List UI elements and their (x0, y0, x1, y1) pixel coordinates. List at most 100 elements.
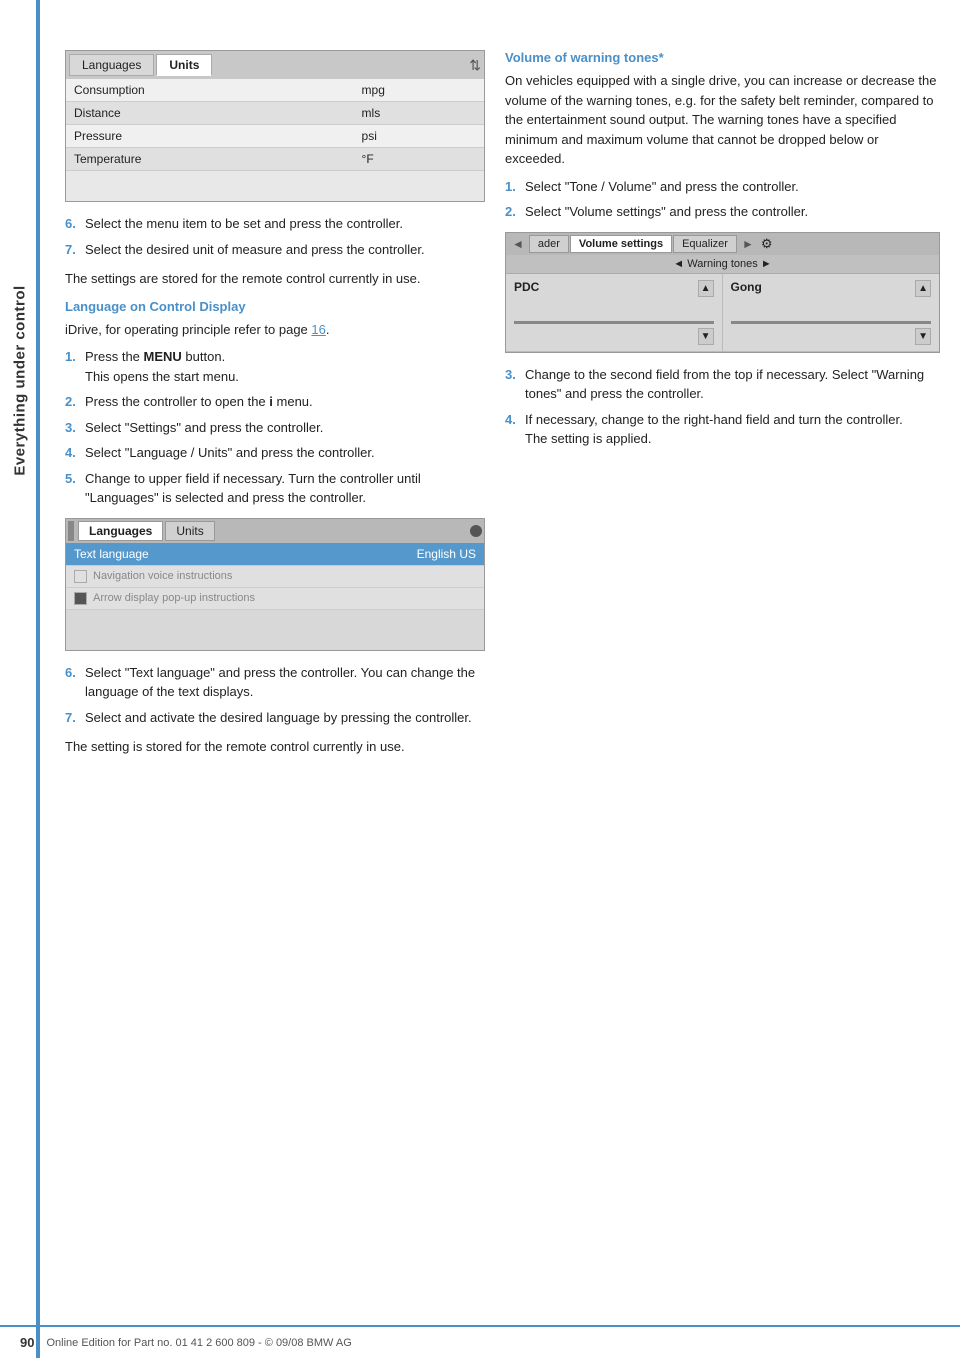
step-text: If necessary, change to the right-hand f… (525, 410, 903, 449)
step-number: 2. (65, 392, 79, 412)
units-panel: Languages Units ⇅ Consumption mpg Distan… (65, 50, 485, 202)
instruction-item: 2. Select "Volume settings" and press th… (505, 202, 940, 222)
warning-tones-row: ◄ Warning tones ► (506, 255, 939, 274)
step-number: 1. (505, 177, 519, 197)
gong-label: Gong (731, 280, 762, 294)
panel2-indicator (470, 525, 482, 537)
instruction-item: 2. Press the controller to open the i me… (65, 392, 485, 412)
step-number: 3. (65, 418, 79, 438)
instruction-item: 3. Change to the second field from the t… (505, 365, 940, 404)
languages-panel: Languages Units Text language English US… (65, 518, 485, 651)
panel2-row-arrow-display: Arrow display pop-up instructions (66, 588, 484, 610)
language-section-heading: Language on Control Display (65, 299, 485, 314)
volume-tab-bar: ◄ ader Volume settings Equalizer ► ⚙ (506, 233, 939, 255)
volume-cell-gong: Gong ▲ ▼ (723, 274, 940, 352)
step-text: Change to upper field if necessary. Turn… (85, 469, 485, 508)
pdc-label: PDC (514, 280, 539, 294)
row-label: Navigation voice instructions (93, 570, 232, 582)
table-row: Temperature °F (66, 148, 484, 171)
panel2-row-text-language[interactable]: Text language English US (66, 543, 484, 566)
pdc-down-btn[interactable]: ▼ (698, 328, 714, 345)
tab-languages[interactable]: Languages (69, 54, 154, 76)
note-text: The settings are stored for the remote c… (65, 269, 485, 289)
tab-languages-active[interactable]: Languages (78, 521, 163, 541)
instruction-item: 1. Select "Tone / Volume" and press the … (505, 177, 940, 197)
units-table: Consumption mpg Distance mls Pressure ps… (66, 79, 484, 171)
step-number: 4. (505, 410, 519, 449)
step-number: 1. (65, 347, 79, 386)
checkbox-icon (74, 570, 87, 583)
row-label: Text language (74, 547, 417, 561)
languages-tab-bar: Languages Units (66, 519, 484, 543)
units-tab-bar: Languages Units ⇅ (66, 51, 484, 79)
instruction-item: 6. Select "Text language" and press the … (65, 663, 485, 702)
panel-icon: ⇅ (469, 57, 481, 74)
tab-equalizer[interactable]: Equalizer (673, 235, 737, 253)
row-label: Consumption (66, 79, 354, 102)
tab-units-panel2[interactable]: Units (165, 521, 214, 541)
pdc-up-btn[interactable]: ▲ (698, 280, 714, 297)
row-value: °F (354, 148, 484, 171)
step-number: 2. (505, 202, 519, 222)
row-value: mls (354, 102, 484, 125)
step-text: Select and activate the desired language… (85, 708, 472, 728)
note-text-2: The setting is stored for the remote con… (65, 737, 485, 757)
instruction-item: 1. Press the MENU button.This opens the … (65, 347, 485, 386)
step-text: Select "Language / Units" and press the … (85, 443, 375, 463)
footer: 90 Online Edition for Part no. 01 41 2 6… (0, 1325, 960, 1358)
step-text: Select "Text language" and press the con… (85, 663, 485, 702)
language-intro: iDrive, for operating principle refer to… (65, 320, 485, 340)
step-number: 7. (65, 708, 79, 728)
gong-down-btn[interactable]: ▼ (915, 328, 931, 345)
instructions-6-7: 6. Select the menu item to be set and pr… (65, 214, 485, 259)
right-column: Volume of warning tones* On vehicles equ… (505, 50, 940, 767)
instruction-item: 7. Select and activate the desired langu… (65, 708, 485, 728)
row-label: Pressure (66, 125, 354, 148)
volume-intro: On vehicles equipped with a single drive… (505, 71, 940, 169)
step-number: 4. (65, 443, 79, 463)
step-number: 3. (505, 365, 519, 404)
step-number: 6. (65, 663, 79, 702)
tab-units[interactable]: Units (156, 54, 212, 76)
volume-grid: PDC ▲ ▼ Gong ▲ (506, 274, 939, 352)
volume-cell-pdc: PDC ▲ ▼ (506, 274, 723, 352)
instruction-item: 4. Select "Language / Units" and press t… (65, 443, 485, 463)
row-value: psi (354, 125, 484, 148)
row-label: Temperature (66, 148, 354, 171)
instruction-item: 6. Select the menu item to be set and pr… (65, 214, 485, 234)
footer-text: Online Edition for Part no. 01 41 2 600 … (46, 1337, 351, 1349)
step-text: Select the desired unit of measure and p… (85, 240, 425, 260)
step-text: Select the menu item to be set and press… (85, 214, 403, 234)
volume-section-heading: Volume of warning tones* (505, 50, 940, 65)
page-number: 90 (20, 1335, 34, 1350)
table-row: Distance mls (66, 102, 484, 125)
row-label: Arrow display pop-up instructions (93, 592, 255, 604)
step-number: 7. (65, 240, 79, 260)
page-link[interactable]: 16 (311, 322, 325, 337)
step-text: Select "Tone / Volume" and press the con… (525, 177, 799, 197)
step-number: 5. (65, 469, 79, 508)
step-text: Change to the second field from the top … (525, 365, 940, 404)
language-steps: 1. Press the MENU button.This opens the … (65, 347, 485, 508)
after-panel2-steps: 6. Select "Text language" and press the … (65, 663, 485, 728)
panel2-row-nav-voice: Navigation voice instructions (66, 566, 484, 588)
left-column: Languages Units ⇅ Consumption mpg Distan… (65, 50, 485, 767)
row-value: mpg (354, 79, 484, 102)
step-text: Select "Settings" and press the controll… (85, 418, 323, 438)
row-value: English US (417, 547, 476, 561)
step-text: Select "Volume settings" and press the c… (525, 202, 808, 222)
instruction-item: 7. Select the desired unit of measure an… (65, 240, 485, 260)
step-text: Press the MENU button.This opens the sta… (85, 347, 239, 386)
step-text: Press the controller to open the i menu. (85, 392, 313, 412)
gong-up-btn[interactable]: ▲ (915, 280, 931, 297)
table-row: Consumption mpg (66, 79, 484, 102)
tab-ader[interactable]: ader (529, 235, 569, 253)
instruction-item: 3. Select "Settings" and press the contr… (65, 418, 485, 438)
volume-steps-3-4: 3. Change to the second field from the t… (505, 365, 940, 449)
row-label: Distance (66, 102, 354, 125)
tab-volume-settings[interactable]: Volume settings (570, 235, 672, 253)
instruction-item: 5. Change to upper field if necessary. T… (65, 469, 485, 508)
step-number: 6. (65, 214, 79, 234)
instruction-item: 4. If necessary, change to the right-han… (505, 410, 940, 449)
sidebar-label: Everything under control (0, 80, 40, 680)
